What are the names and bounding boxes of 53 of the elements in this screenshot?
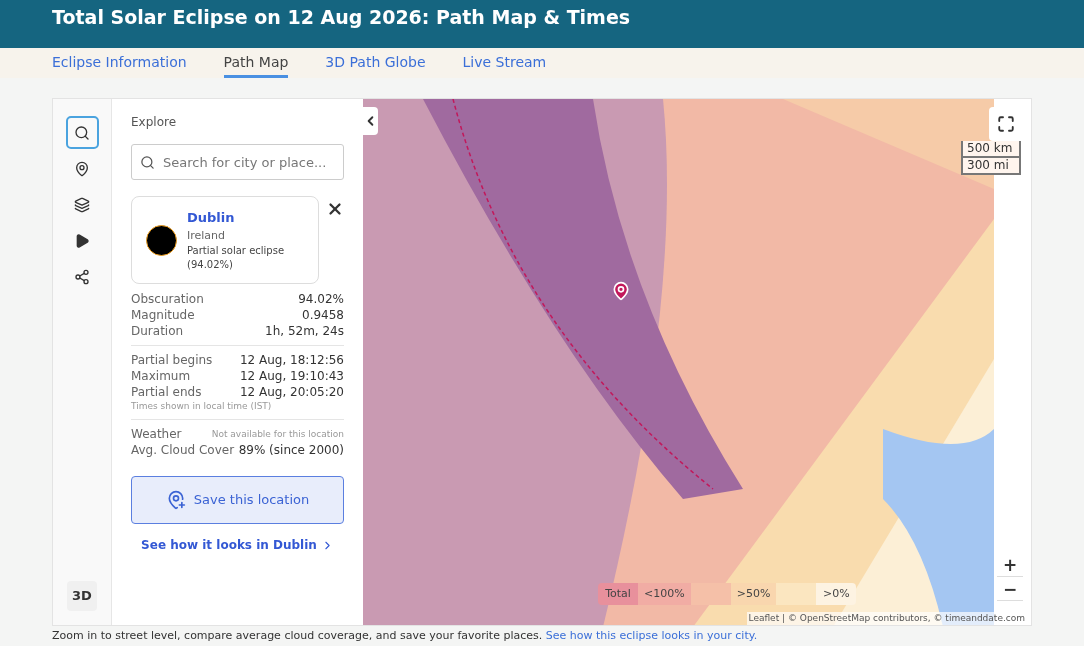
map-attribution: Leaflet | © OpenStreetMap contributors, © timeanddate.com: [746, 611, 1027, 625]
weather-label: Weather: [131, 426, 182, 442]
layers-icon: [74, 196, 90, 213]
time-zone-note: Times shown in local time (IST): [131, 400, 273, 412]
see-in-city-link[interactable]: See how it looks in Dublin: [141, 536, 334, 554]
footer-link[interactable]: See how this eclipse looks in your city.: [545, 629, 758, 642]
search-rail-button[interactable]: [65, 116, 99, 149]
weather-value: 89% (since 2000): [238, 442, 344, 458]
location-name: Dublin: [187, 209, 236, 227]
eclipse-description: Partial solar eclipse (94.02%): [187, 244, 286, 272]
fullscreen-icon: [997, 115, 1015, 133]
pin-icon: [74, 160, 90, 177]
time-value: 12 Aug, 20:05:20: [239, 384, 344, 400]
tab[interactable]: Eclipse Information: [52, 48, 187, 78]
legend-label: Total: [605, 585, 631, 602]
scale-label: 300 mi: [961, 158, 1021, 175]
play-icon: [74, 232, 90, 249]
search-icon: [74, 124, 90, 141]
time-label: Maximum: [131, 368, 191, 384]
weather-label: Avg. Cloud Cover: [131, 442, 235, 458]
stat-label: Obscuration: [131, 291, 204, 307]
footer-text: Zoom in to street level, compare average cloud coverage, and save your favorite places. See how this eclipse looks in your city.: [52, 628, 759, 644]
scale-label: 500 km: [961, 141, 1021, 158]
legend-label: <100%: [644, 585, 685, 602]
search-icon: [140, 155, 155, 170]
time-label: Partial ends: [131, 384, 202, 400]
save-location-button[interactable]: Save this location: [131, 476, 344, 524]
time-value: 12 Aug, 19:10:43: [239, 368, 344, 384]
location-marker-icon: [611, 281, 631, 301]
close-button[interactable]: [326, 200, 344, 218]
3d-button[interactable]: 3D: [67, 581, 97, 611]
collapse-panel-button[interactable]: [363, 107, 378, 135]
tab[interactable]: Path Map: [223, 48, 289, 78]
panel-heading: Explore: [131, 114, 178, 131]
stat-value: 0.9458: [302, 307, 344, 323]
search-field[interactable]: Search for city or place...: [131, 144, 344, 180]
stat-value: 1h, 52m, 24s: [265, 323, 344, 339]
stat-label: Magnitude: [131, 307, 195, 323]
close-icon: [326, 200, 344, 218]
location-country: Ireland: [187, 227, 227, 244]
time-label: Partial begins: [131, 352, 213, 368]
stat-label: Duration: [131, 323, 184, 339]
tab[interactable]: 3D Path Globe: [325, 48, 426, 78]
tab[interactable]: Live Stream: [462, 48, 547, 78]
zoom-out-button[interactable]: −: [997, 577, 1023, 601]
legend-label: >50%: [736, 585, 771, 602]
share-icon: [74, 268, 90, 285]
zoom-in-button[interactable]: +: [997, 553, 1023, 577]
weather-value: Not available for this location: [211, 428, 344, 441]
stat-value: 94.02%: [298, 291, 344, 307]
time-value: 12 Aug, 18:12:56: [239, 352, 344, 368]
page-title: Total Solar Eclipse on 12 Aug 2026: Path Map & Times: [52, 5, 632, 29]
legend-label: >0%: [823, 585, 850, 602]
